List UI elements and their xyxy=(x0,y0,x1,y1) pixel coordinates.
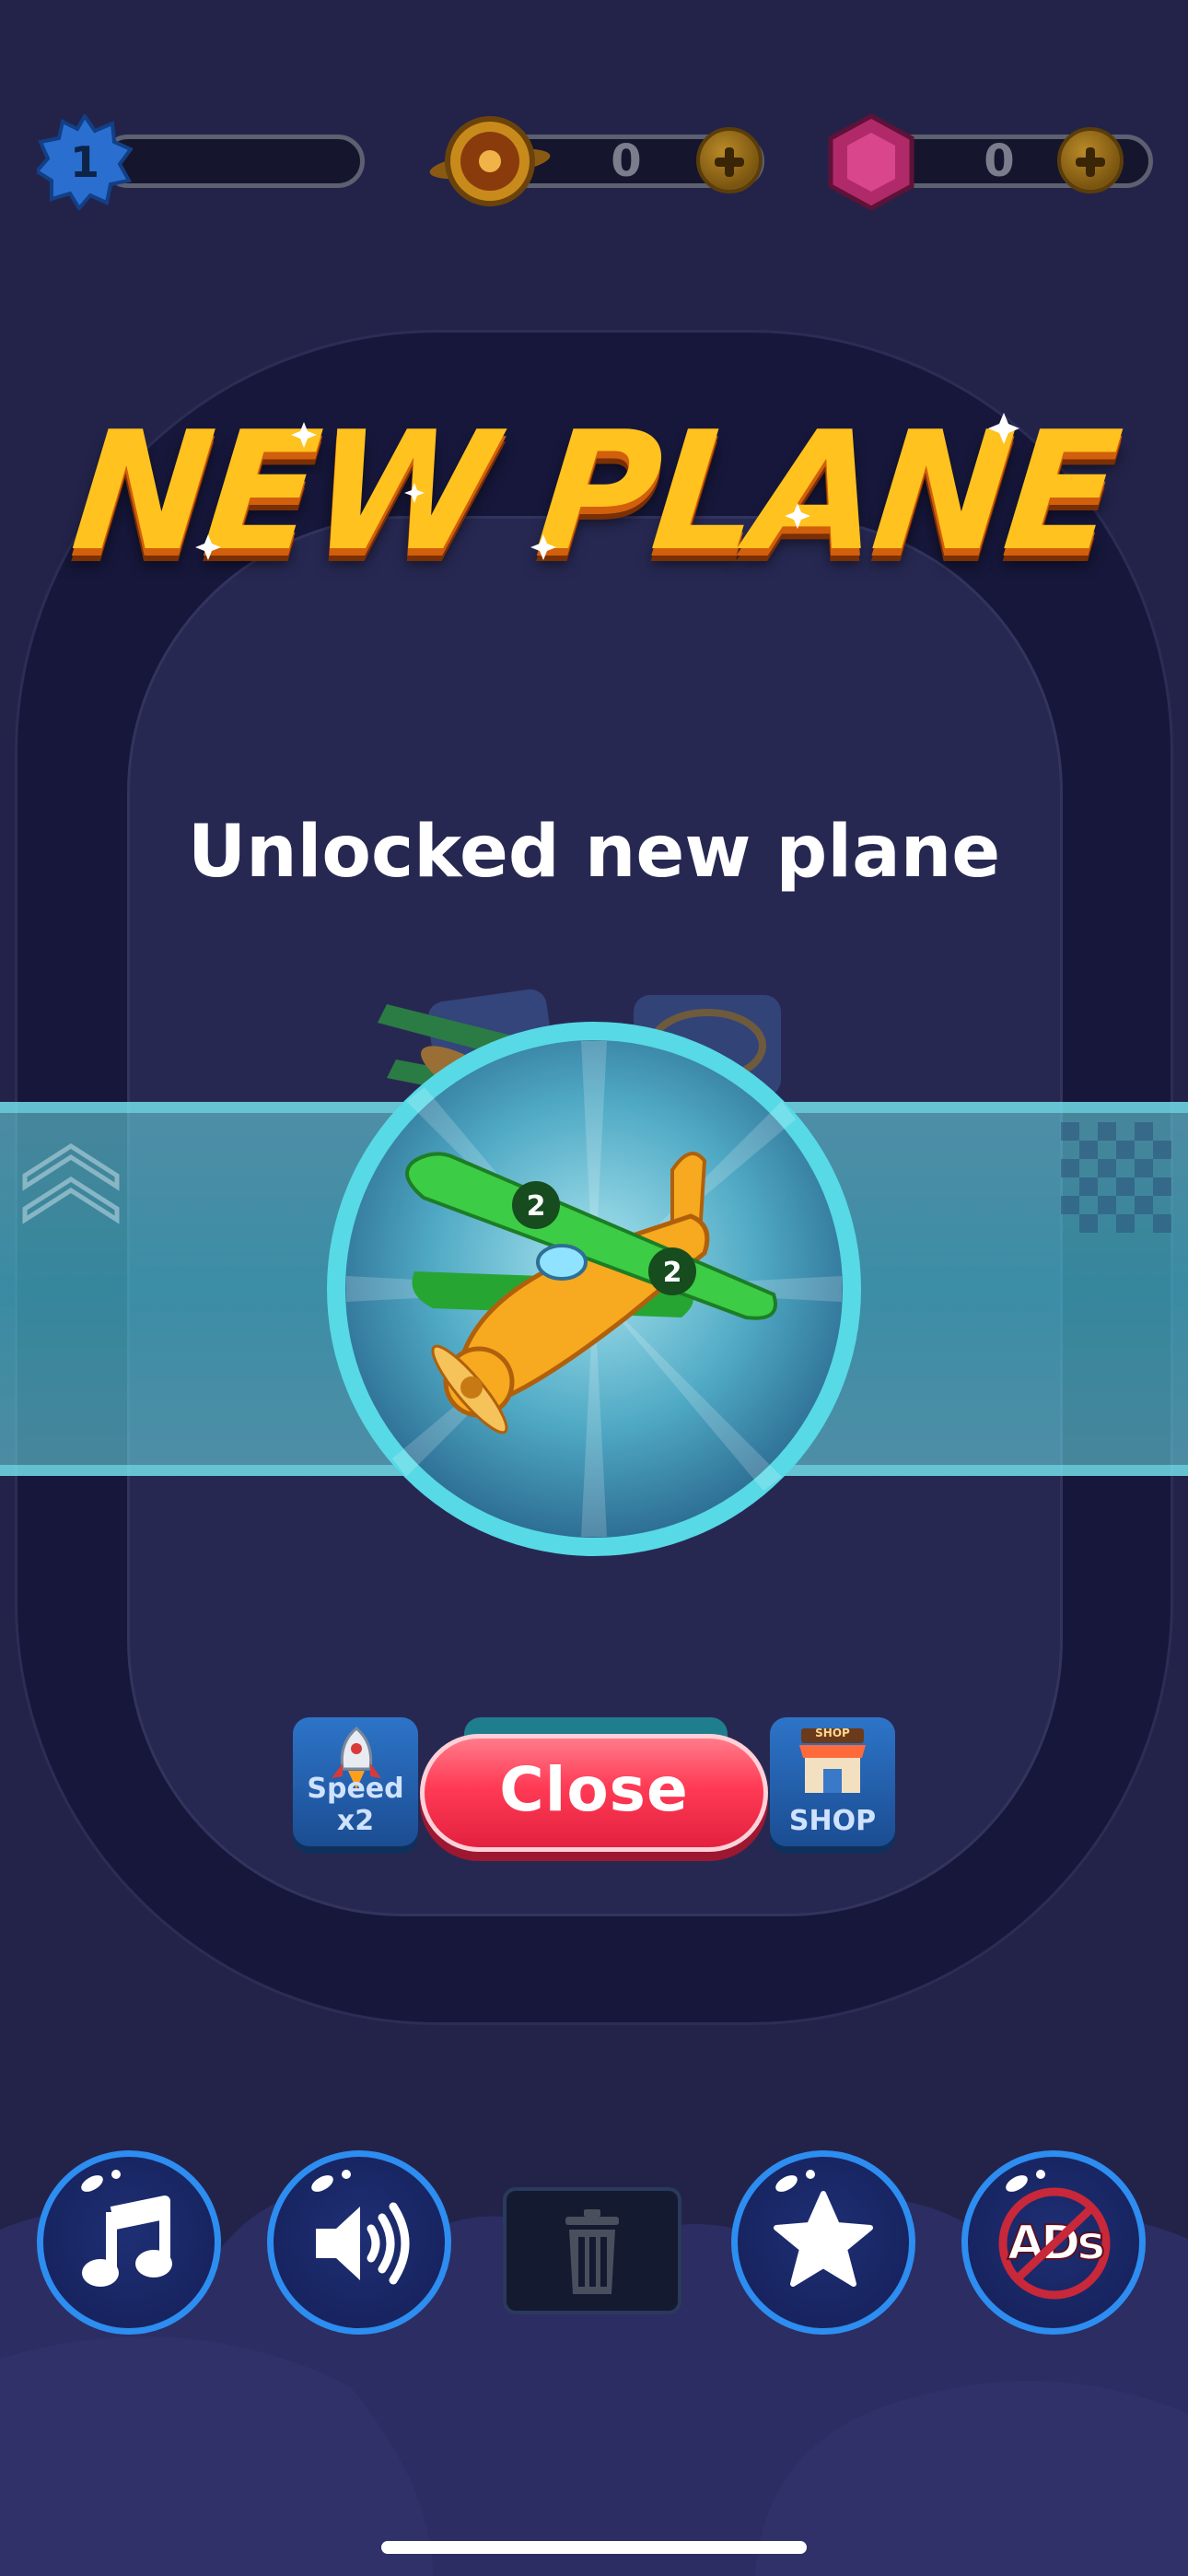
level-number: 1 xyxy=(69,137,99,187)
button-gloss xyxy=(309,2172,336,2195)
rate-button[interactable] xyxy=(731,2150,915,2335)
add-coins-button[interactable] xyxy=(696,127,763,193)
button-gloss xyxy=(78,2172,106,2195)
dialog-subtitle: Unlocked new plane xyxy=(187,811,1001,894)
no-ads-slash xyxy=(1013,2204,1096,2283)
home-indicator[interactable] xyxy=(381,2541,807,2554)
gem-count: 0 xyxy=(984,135,1015,187)
trash-icon xyxy=(565,2209,619,2294)
coin-count: 0 xyxy=(611,135,642,187)
level-progress-bar xyxy=(101,135,365,188)
button-gloss-dot xyxy=(111,2170,121,2179)
close-button[interactable]: Close xyxy=(420,1734,768,1852)
sound-icon xyxy=(316,2202,410,2285)
button-gloss-dot xyxy=(342,2170,351,2179)
speed-boost-button[interactable]: Speed x2 xyxy=(293,1717,418,1846)
star-icon xyxy=(774,2191,873,2287)
green-biplane-icon xyxy=(405,1152,777,1434)
button-gloss-dot xyxy=(806,2170,815,2179)
add-gems-button[interactable] xyxy=(1057,127,1124,193)
gem-icon xyxy=(828,113,914,211)
sparkle-decoration xyxy=(195,413,1019,560)
speed-button-label: Speed x2 xyxy=(307,1773,404,1837)
music-icon xyxy=(82,2195,172,2287)
shop-button[interactable]: SHOP SHOP xyxy=(770,1717,895,1846)
sound-toggle-button[interactable] xyxy=(267,2150,451,2335)
remove-ads-button[interactable]: ADs xyxy=(961,2150,1146,2335)
button-gloss-dot xyxy=(1036,2170,1045,2179)
shop-sign-text: SHOP xyxy=(815,1727,850,1739)
coin-icon xyxy=(429,116,551,206)
music-toggle-button[interactable] xyxy=(37,2150,221,2335)
plane-level-badge-right: 2 xyxy=(662,1257,682,1289)
shop-button-label: SHOP xyxy=(788,1805,877,1837)
checkered-flag-icon xyxy=(1061,1122,1171,1233)
chevron-up-icon xyxy=(22,1143,120,1224)
plane-level-badge-left: 2 xyxy=(526,1190,546,1223)
trash-button[interactable] xyxy=(503,2187,681,2314)
